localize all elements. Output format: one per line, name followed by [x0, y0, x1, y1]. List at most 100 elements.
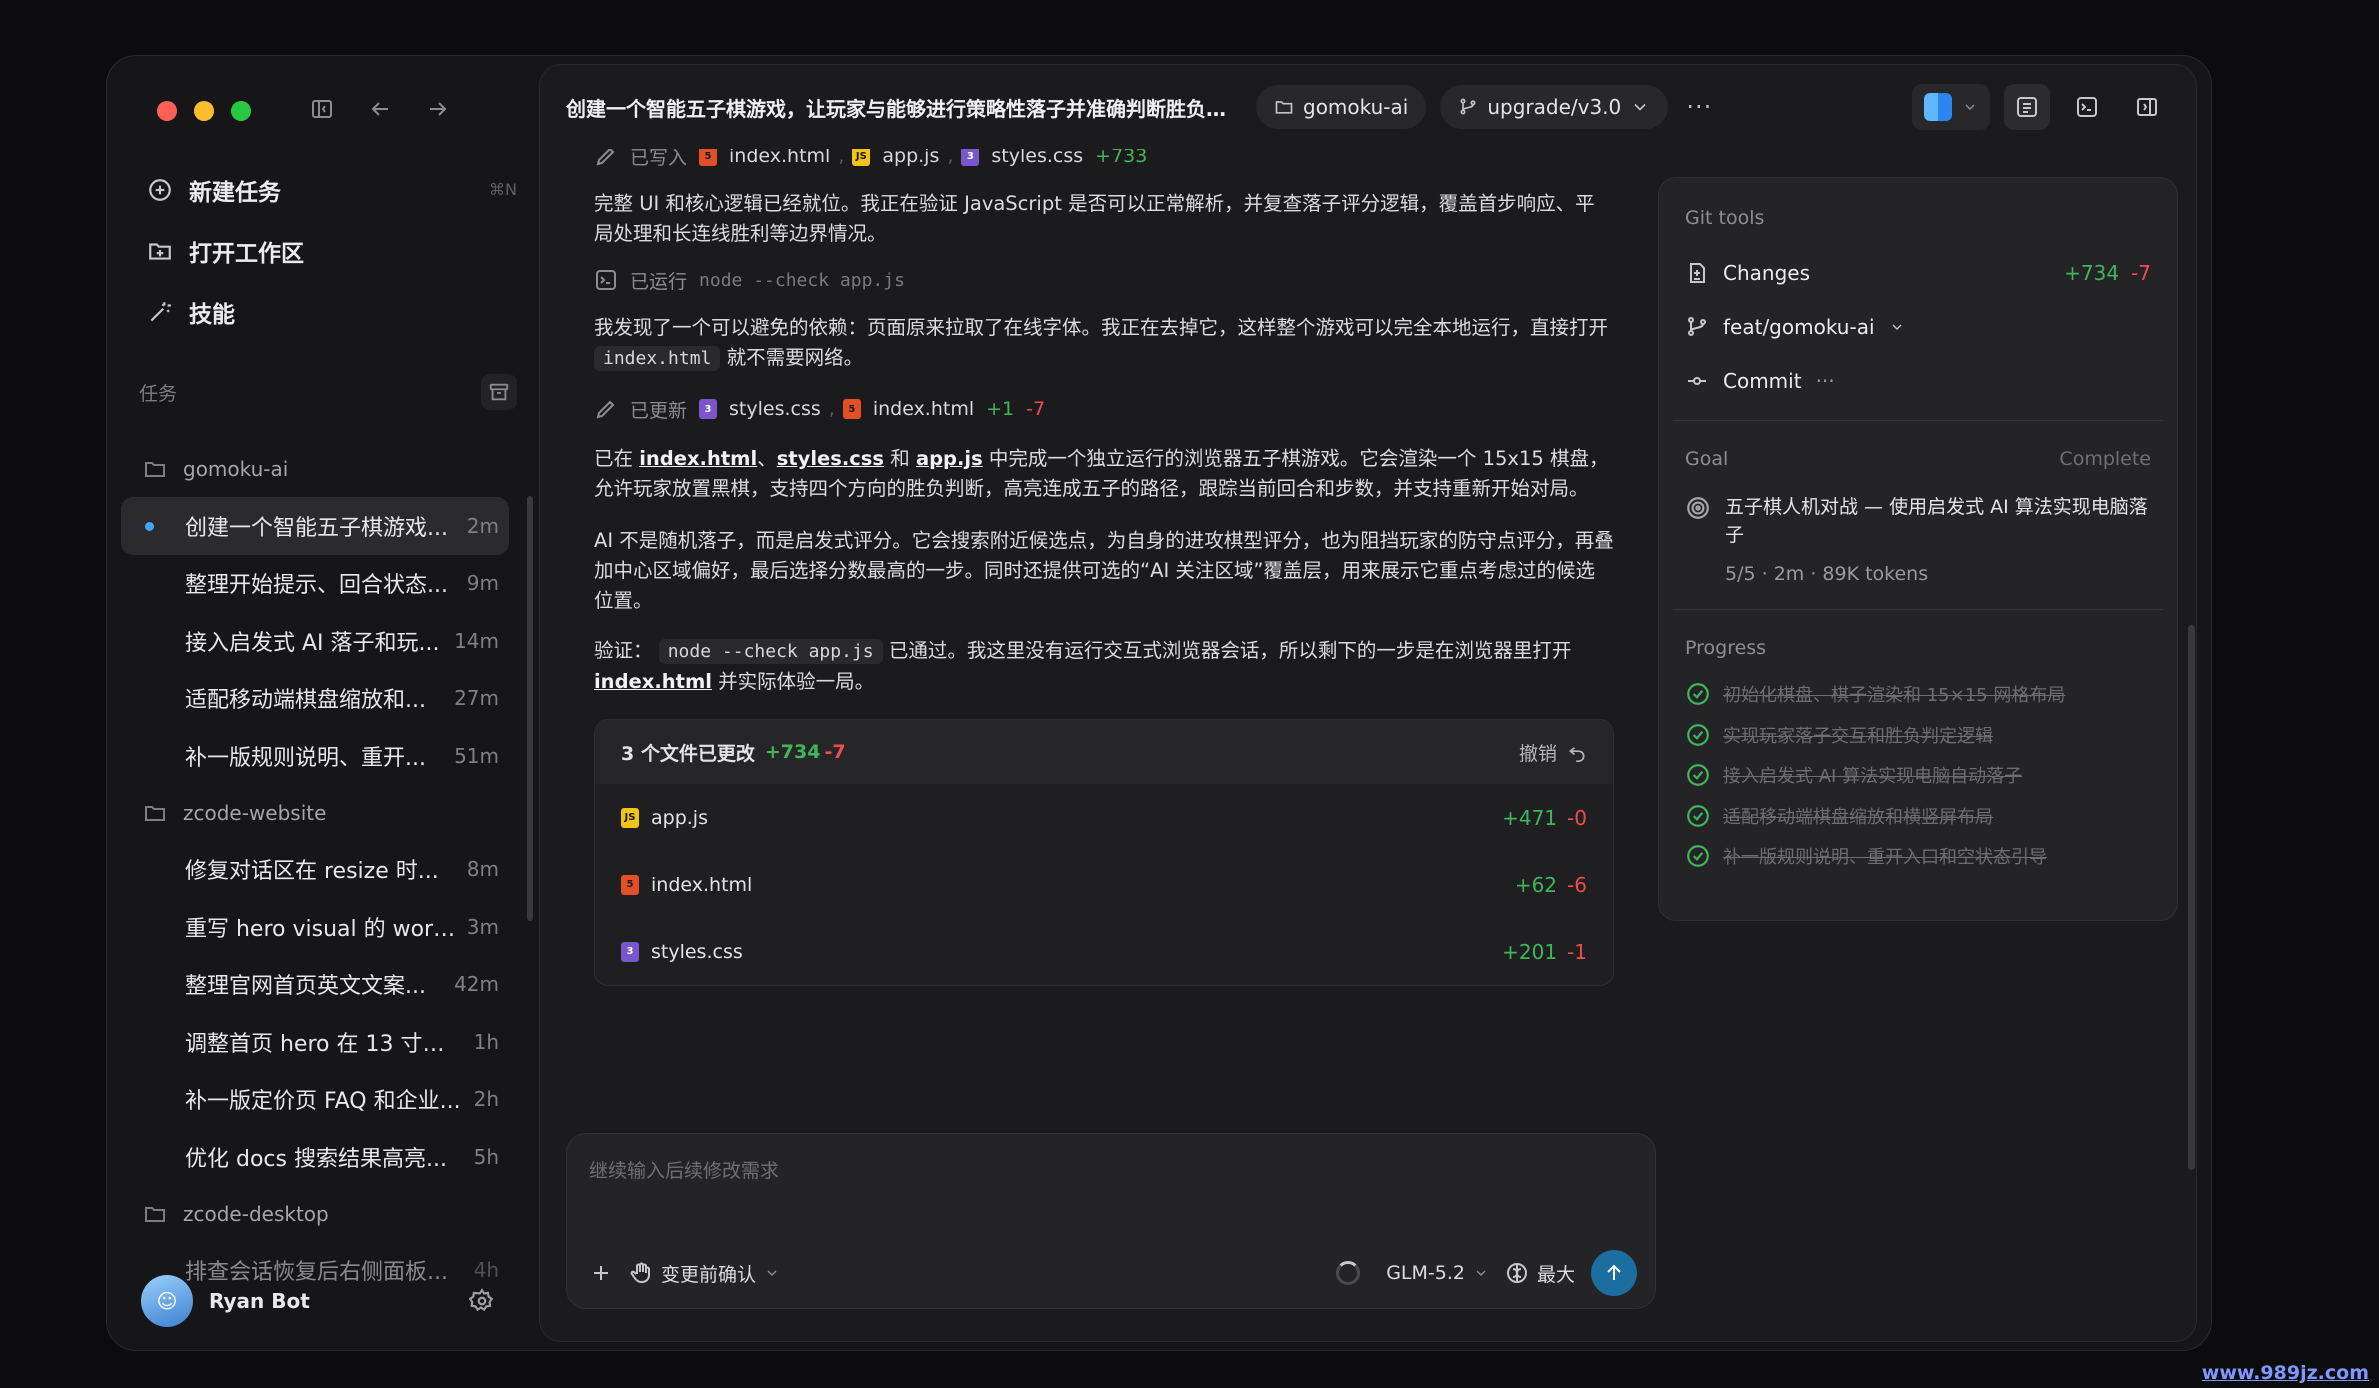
project-gomoku-ai[interactable]: gomoku-ai	[121, 441, 523, 497]
file-link[interactable]: index.html	[873, 398, 974, 420]
file-link[interactable]: index.html	[594, 670, 712, 693]
toggle-sidebar-icon[interactable]	[307, 94, 337, 124]
composer[interactable]: 继续输入后续修改需求 变更前确认 GLM-5.2 最大	[566, 1133, 1656, 1309]
maximize-window-button[interactable]	[231, 101, 251, 121]
magic-wand-icon	[150, 301, 171, 321]
branch-selector[interactable]: feat/gomoku-ai	[1659, 300, 2177, 354]
task-item[interactable]: 适配移动端棋盘缩放和... 27m	[121, 670, 509, 728]
git-tools-panel: Git tools Changes +734 -7 feat/gomoku-ai …	[1658, 177, 2178, 921]
message-text: 和	[884, 447, 916, 470]
file-link[interactable]: app.js	[882, 149, 939, 167]
topbar-actions	[1912, 84, 2170, 130]
git-branch-icon	[1460, 98, 1476, 115]
goal-meta: 5/5 · 2m · 89K tokens	[1725, 563, 1929, 585]
terminal-toggle[interactable]	[2064, 84, 2110, 130]
back-arrow-icon[interactable]	[365, 94, 395, 124]
task-item[interactable]: 整理官网首页英文文案... 42m	[121, 956, 509, 1014]
divider	[1673, 420, 2163, 421]
progress-text: 初始化棋盘、棋子渲染和 15×15 网格布局	[1723, 685, 2066, 707]
loading-spinner	[1336, 1261, 1361, 1285]
task-item[interactable]: 调整首页 hero 在 13 寸和... 1h	[121, 1013, 509, 1071]
approval-mode-label: 变更前确认	[661, 1263, 757, 1286]
minimize-window-button[interactable]	[194, 101, 214, 121]
skills-button[interactable]: 技能	[135, 281, 517, 342]
project-chip[interactable]: gomoku-ai	[1256, 85, 1427, 129]
lines-removed: -7	[824, 741, 846, 763]
lines-added: +733	[1095, 149, 1148, 167]
sidebar-scrollbar[interactable]	[527, 496, 533, 921]
task-item[interactable]: 优化 docs 搜索结果高亮... 5h	[121, 1128, 509, 1186]
check-circle-icon	[1687, 804, 1709, 827]
task-item[interactable]: 整理开始提示、回合状态... 9m	[121, 555, 509, 613]
project-name: gomoku-ai	[183, 457, 289, 481]
file-link[interactable]: styles.css	[777, 447, 884, 470]
task-name: 适配移动端棋盘缩放和...	[185, 688, 426, 714]
file-link[interactable]: app.js	[916, 447, 983, 470]
effort-dropdown[interactable]: 最大	[1505, 1260, 1575, 1287]
gear-icon[interactable]	[469, 1288, 495, 1314]
model-dropdown[interactable]: GLM-5.2	[1386, 1262, 1489, 1284]
right-panel-toggle[interactable]	[2124, 84, 2170, 130]
task-name: 补一版规则说明、重开...	[185, 745, 426, 771]
message-text: 已通过。我这里没有运行交互式浏览器会话，所以剩下的一步是在浏览器里打开	[888, 639, 1572, 662]
message-paragraph: 验证： node --check app.js 已通过。我这里没有运行交互式浏览…	[594, 636, 1614, 697]
main-scrollbar[interactable]	[2188, 625, 2195, 1170]
task-item[interactable]: 接入启发式 AI 落子和玩... 14m	[121, 612, 509, 670]
file-link[interactable]: styles.css	[729, 398, 821, 420]
approval-mode-dropdown[interactable]: 变更前确认	[629, 1260, 780, 1287]
pencil-icon	[596, 149, 615, 166]
task-name: 整理开始提示、回合状态...	[185, 573, 448, 599]
goal-title: Goal	[1685, 448, 1729, 470]
project-zcode-website[interactable]: zcode-website	[121, 785, 523, 841]
add-attachment-icon[interactable]	[589, 1261, 613, 1285]
tasks-section-header: 任务	[135, 366, 517, 418]
project-zcode-desktop[interactable]: zcode-desktop	[121, 1186, 523, 1242]
undo-icon	[1568, 747, 1585, 762]
task-item[interactable]: 修复对话区在 resize 时... 8m	[121, 841, 509, 899]
archive-button[interactable]	[481, 374, 517, 410]
task-item[interactable]: 补一版定价页 FAQ 和企业... 2h	[121, 1071, 509, 1129]
progress-item: 实现玩家落子交互和胜负判定逻辑	[1659, 715, 2177, 756]
avatar: ☺	[141, 1275, 193, 1327]
new-task-button[interactable]: 新建任务 ⌘N	[135, 159, 517, 220]
lines-added: +201	[1502, 939, 1558, 964]
forward-arrow-icon[interactable]	[423, 94, 453, 124]
branch-chip[interactable]: upgrade/v3.0	[1440, 85, 1669, 129]
commit-more-icon[interactable]: ···	[1816, 369, 1835, 393]
task-name: 创建一个智能五子棋游戏...	[185, 515, 448, 541]
more-options-icon[interactable]: ···	[1682, 93, 1716, 121]
topbar: 创建一个智能五子棋游戏，让玩家与能够进行策略性落子并准确判断胜负的... gom…	[540, 65, 2196, 149]
task-age: 2m	[466, 513, 499, 538]
js-file-icon: JS	[852, 149, 871, 166]
new-task-shortcut: ⌘N	[489, 180, 517, 199]
message-paragraph: 我发现了一个可以避免的依赖：页面原来拉取了在线字体。我正在去掉它，这样整个游戏可…	[594, 313, 1614, 374]
close-window-button[interactable]	[157, 101, 177, 121]
user-profile[interactable]: ☺ Ryan Bot	[135, 1268, 517, 1334]
file-link[interactable]: index.html	[639, 447, 757, 470]
changed-file-row[interactable]: 5 index.html +62 -6	[595, 851, 1613, 918]
open-in-app-picker[interactable]	[1912, 84, 1990, 130]
git-panel-toggle[interactable]	[2004, 84, 2050, 130]
changes-row[interactable]: Changes +734 -7	[1659, 246, 2177, 300]
changed-file-row[interactable]: 3 styles.css +201 -1	[595, 918, 1613, 985]
changed-file-row[interactable]: JS app.js +471 -0	[595, 784, 1613, 851]
folder-icon	[145, 805, 165, 821]
open-workspace-button[interactable]: 打开工作区	[135, 220, 517, 281]
ran-command: node --check app.js	[699, 269, 905, 291]
message-text: 并实际体验一局。	[718, 670, 875, 693]
task-item[interactable]: 创建一个智能五子棋游戏... 2m	[121, 497, 509, 555]
undo-button[interactable]: 撤销	[1519, 739, 1587, 766]
file-link[interactable]: index.html	[729, 149, 830, 167]
task-age: 5h	[473, 1144, 499, 1169]
file-link[interactable]: styles.css	[991, 149, 1083, 167]
composer-input[interactable]: 继续输入后续修改需求	[589, 1156, 779, 1183]
send-button[interactable]	[1591, 1250, 1637, 1296]
goal-status: Complete	[2059, 448, 2151, 470]
chevron-down-icon	[1965, 104, 1975, 110]
progress-item: 接入启发式 AI 算法实现电脑自动落子	[1659, 755, 2177, 796]
task-item[interactable]: 补一版规则说明、重开... 51m	[121, 727, 509, 785]
task-item[interactable]: 重写 hero visual 的 work... 3m	[121, 898, 509, 956]
html-file-icon: 5	[842, 399, 861, 419]
changed-files-card: 3 个文件已更改 +734 -7 撤销 JS app.js +471 -0 5 i…	[594, 719, 1614, 986]
commit-row[interactable]: Commit ···	[1659, 354, 2177, 408]
